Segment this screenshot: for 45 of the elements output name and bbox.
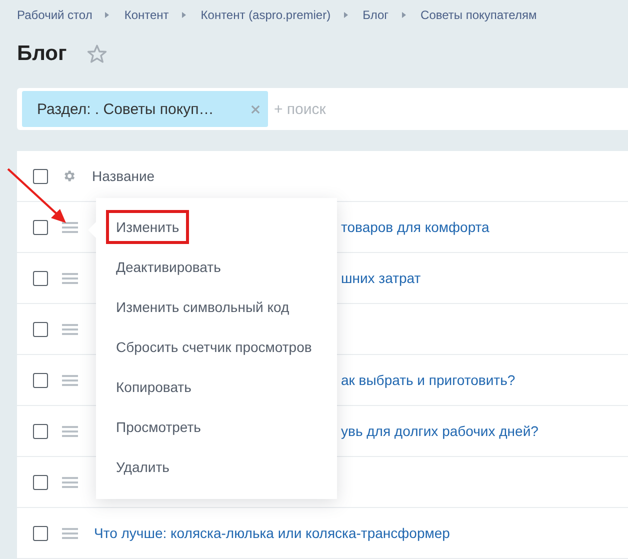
menu-icon[interactable] <box>62 528 78 538</box>
checkbox[interactable] <box>33 270 48 286</box>
item-title-link[interactable]: ак выбрать и приготовить? <box>341 372 516 388</box>
menu-item[interactable]: Изменить символьный код <box>106 290 300 324</box>
checkbox[interactable] <box>33 372 48 388</box>
search-field[interactable]: Раздел: . Советы покуп… + поиск <box>17 88 628 130</box>
checkbox[interactable] <box>33 220 48 234</box>
menu-icon[interactable] <box>62 426 78 436</box>
filter-tag-label: Раздел: . Советы покуп… <box>37 100 215 118</box>
checkbox[interactable] <box>33 526 48 540</box>
separator-icon <box>344 12 348 18</box>
menu-icon[interactable] <box>62 324 78 334</box>
item-title-link[interactable]: товаров для комфорта <box>341 219 490 235</box>
checkbox[interactable] <box>33 322 48 336</box>
menu-item[interactable]: Изменить <box>106 210 190 244</box>
item-title-link[interactable]: шних затрат <box>341 270 421 286</box>
menu-item[interactable]: Сбросить счетчик просмотров <box>106 330 322 364</box>
menu-icon[interactable] <box>62 272 78 284</box>
close-icon[interactable] <box>251 104 260 114</box>
menu-icon[interactable] <box>62 222 78 232</box>
separator-icon <box>182 12 186 18</box>
breadcrumb-link[interactable]: Контент (aspro.premier) <box>200 8 331 22</box>
star-icon[interactable] <box>86 44 107 64</box>
breadcrumb-link[interactable]: Советы покупателям <box>420 8 537 22</box>
checkbox[interactable] <box>33 168 48 184</box>
settings-icon[interactable] <box>62 169 76 183</box>
item-title-link[interactable]: увь для долгих рабочих дней? <box>341 423 538 439</box>
breadcrumb-link[interactable]: Блог <box>362 8 389 22</box>
breadcrumb-link[interactable]: Контент <box>124 8 169 22</box>
page-title: Блог <box>17 42 67 66</box>
checkbox[interactable] <box>33 424 48 438</box>
checkbox[interactable] <box>33 474 48 490</box>
annotation-arrow <box>7 168 66 223</box>
menu-icon[interactable] <box>62 476 78 488</box>
menu-item[interactable]: Удалить <box>106 450 180 484</box>
menu-icon[interactable] <box>62 374 78 386</box>
breadcrumb-link[interactable]: Рабочий стол <box>17 8 92 22</box>
menu-item[interactable]: Просмотреть <box>106 410 211 444</box>
item-title-link[interactable]: Что лучше: коляска-люлька или коляска-трансформер <box>94 525 450 541</box>
separator-icon <box>402 12 406 18</box>
menu-item[interactable]: Деактивировать <box>106 250 231 284</box>
column-header[interactable]: Название <box>92 168 155 184</box>
separator-icon <box>105 12 110 18</box>
menu-item[interactable]: Копировать <box>106 370 202 404</box>
filter-tag[interactable]: Раздел: . Советы покуп… <box>22 91 268 127</box>
